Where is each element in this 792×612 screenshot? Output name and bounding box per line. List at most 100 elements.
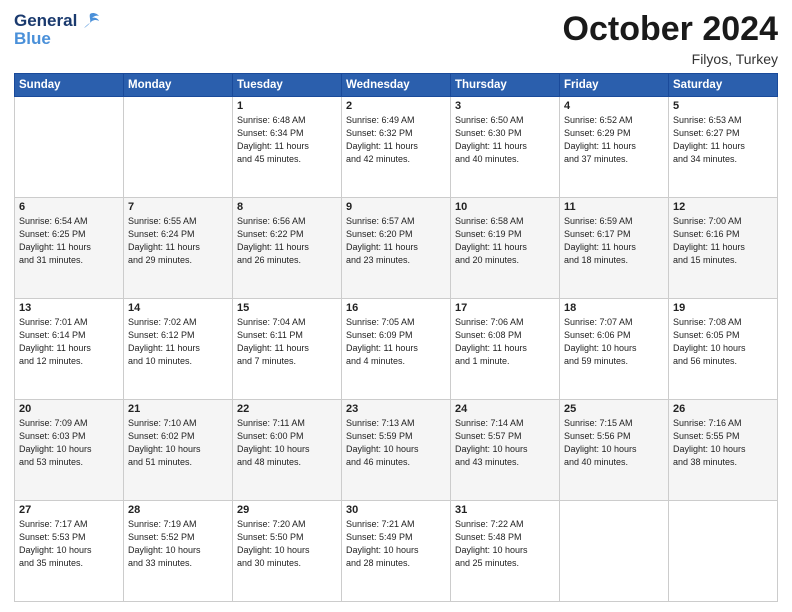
day-info: Sunrise: 6:58 AMSunset: 6:19 PMDaylight:… <box>455 215 555 267</box>
day-number: 19 <box>673 302 773 314</box>
calendar-cell: 26Sunrise: 7:16 AMSunset: 5:55 PMDayligh… <box>669 400 778 501</box>
day-info: Sunrise: 7:15 AMSunset: 5:56 PMDaylight:… <box>564 417 664 469</box>
day-info: Sunrise: 6:54 AMSunset: 6:25 PMDaylight:… <box>19 215 119 267</box>
header-wednesday: Wednesday <box>342 74 451 97</box>
day-info: Sunrise: 7:19 AMSunset: 5:52 PMDaylight:… <box>128 518 228 570</box>
calendar-cell: 21Sunrise: 7:10 AMSunset: 6:02 PMDayligh… <box>124 400 233 501</box>
day-info: Sunrise: 7:06 AMSunset: 6:08 PMDaylight:… <box>455 316 555 368</box>
calendar-cell: 12Sunrise: 7:00 AMSunset: 6:16 PMDayligh… <box>669 198 778 299</box>
day-info: Sunrise: 6:56 AMSunset: 6:22 PMDaylight:… <box>237 215 337 267</box>
day-number: 8 <box>237 201 337 213</box>
calendar-week-3: 13 Sunrise: 7:01 AMSunset: 6:14 PMDayligh… <box>15 299 778 400</box>
day-info: Sunrise: 7:16 AMSunset: 5:55 PMDaylight:… <box>673 417 773 469</box>
day-info: Sunrise: 7:02 AMSunset: 6:12 PMDaylight:… <box>128 316 228 368</box>
calendar-cell: 16Sunrise: 7:05 AMSunset: 6:09 PMDayligh… <box>342 299 451 400</box>
calendar-cell: 11 Sunrise: 6:59 AMSunset: 6:17 PMDayligh… <box>560 198 669 299</box>
calendar-cell: 28 Sunrise: 7:19 AMSunset: 5:52 PMDayligh… <box>124 501 233 602</box>
calendar-cell: 25 Sunrise: 7:15 AMSunset: 5:56 PMDayligh… <box>560 400 669 501</box>
header-saturday: Saturday <box>669 74 778 97</box>
calendar-cell: 6 Sunrise: 6:54 AMSunset: 6:25 PMDaylight… <box>15 198 124 299</box>
day-number: 5 <box>673 100 773 112</box>
calendar-cell: 14 Sunrise: 7:02 AMSunset: 6:12 PMDayligh… <box>124 299 233 400</box>
logo-general: General <box>14 11 77 31</box>
day-info: Sunrise: 7:11 AMSunset: 6:00 PMDaylight:… <box>237 417 337 469</box>
title-block: October 2024 Filyos, Turkey <box>563 10 778 67</box>
day-number: 2 <box>346 100 446 112</box>
calendar-cell: 29 Sunrise: 7:20 AMSunset: 5:50 PMDayligh… <box>233 501 342 602</box>
day-number: 18 <box>564 302 664 314</box>
day-info: Sunrise: 6:50 AMSunset: 6:30 PMDaylight:… <box>455 114 555 166</box>
day-number: 24 <box>455 403 555 415</box>
day-number: 12 <box>673 201 773 213</box>
day-number: 13 <box>19 302 119 314</box>
day-number: 17 <box>455 302 555 314</box>
calendar-cell: 27Sunrise: 7:17 AMSunset: 5:53 PMDayligh… <box>15 501 124 602</box>
day-info: Sunrise: 7:01 AMSunset: 6:14 PMDaylight:… <box>19 316 119 368</box>
calendar-cell: 24 Sunrise: 7:14 AMSunset: 5:57 PMDayligh… <box>451 400 560 501</box>
day-info: Sunrise: 6:55 AMSunset: 6:24 PMDaylight:… <box>128 215 228 267</box>
calendar-cell: 23 Sunrise: 7:13 AMSunset: 5:59 PMDayligh… <box>342 400 451 501</box>
day-number: 20 <box>19 403 119 415</box>
calendar-cell: 8 Sunrise: 6:56 AMSunset: 6:22 PMDaylight… <box>233 198 342 299</box>
day-number: 28 <box>128 504 228 516</box>
calendar-cell: 10Sunrise: 6:58 AMSunset: 6:19 PMDayligh… <box>451 198 560 299</box>
header-monday: Monday <box>124 74 233 97</box>
day-number: 14 <box>128 302 228 314</box>
header-thursday: Thursday <box>451 74 560 97</box>
day-info: Sunrise: 7:13 AMSunset: 5:59 PMDaylight:… <box>346 417 446 469</box>
day-number: 11 <box>564 201 664 213</box>
day-info: Sunrise: 7:07 AMSunset: 6:06 PMDaylight:… <box>564 316 664 368</box>
day-number: 4 <box>564 100 664 112</box>
page-container: General Blue October 2024 Filyos, Turkey… <box>0 0 792 612</box>
calendar-cell <box>124 97 233 198</box>
calendar-week-2: 6 Sunrise: 6:54 AMSunset: 6:25 PMDaylight… <box>15 198 778 299</box>
calendar-cell: 3Sunrise: 6:50 AMSunset: 6:30 PMDaylight… <box>451 97 560 198</box>
calendar-header-row: Sunday Monday Tuesday Wednesday Thursday… <box>15 74 778 97</box>
day-number: 6 <box>19 201 119 213</box>
calendar-week-1: 1Sunrise: 6:48 AMSunset: 6:34 PMDaylight… <box>15 97 778 198</box>
calendar-week-4: 20Sunrise: 7:09 AMSunset: 6:03 PMDayligh… <box>15 400 778 501</box>
day-info: Sunrise: 7:21 AMSunset: 5:49 PMDaylight:… <box>346 518 446 570</box>
calendar-cell: 13 Sunrise: 7:01 AMSunset: 6:14 PMDayligh… <box>15 299 124 400</box>
logo: General Blue <box>14 10 101 49</box>
calendar-cell: 5 Sunrise: 6:53 AMSunset: 6:27 PMDaylight… <box>669 97 778 198</box>
day-number: 7 <box>128 201 228 213</box>
calendar-cell: 9Sunrise: 6:57 AMSunset: 6:20 PMDaylight… <box>342 198 451 299</box>
calendar-cell: 30 Sunrise: 7:21 AMSunset: 5:49 PMDayligh… <box>342 501 451 602</box>
day-info: Sunrise: 7:14 AMSunset: 5:57 PMDaylight:… <box>455 417 555 469</box>
calendar-cell <box>669 501 778 602</box>
day-number: 30 <box>346 504 446 516</box>
day-number: 22 <box>237 403 337 415</box>
calendar-cell: 15 Sunrise: 7:04 AMSunset: 6:11 PMDayligh… <box>233 299 342 400</box>
day-info: Sunrise: 7:08 AMSunset: 6:05 PMDaylight:… <box>673 316 773 368</box>
calendar-table: Sunday Monday Tuesday Wednesday Thursday… <box>14 73 778 602</box>
day-number: 16 <box>346 302 446 314</box>
calendar-cell: 31Sunrise: 7:22 AMSunset: 5:48 PMDayligh… <box>451 501 560 602</box>
header-tuesday: Tuesday <box>233 74 342 97</box>
day-info: Sunrise: 6:57 AMSunset: 6:20 PMDaylight:… <box>346 215 446 267</box>
day-number: 1 <box>237 100 337 112</box>
day-number: 15 <box>237 302 337 314</box>
day-info: Sunrise: 6:49 AMSunset: 6:32 PMDaylight:… <box>346 114 446 166</box>
month-title: October 2024 <box>563 10 778 49</box>
calendar-cell: 22 Sunrise: 7:11 AMSunset: 6:00 PMDayligh… <box>233 400 342 501</box>
day-number: 23 <box>346 403 446 415</box>
calendar-cell: 18 Sunrise: 7:07 AMSunset: 6:06 PMDayligh… <box>560 299 669 400</box>
header: General Blue October 2024 Filyos, Turkey <box>14 10 778 67</box>
calendar-cell: 7 Sunrise: 6:55 AMSunset: 6:24 PMDaylight… <box>124 198 233 299</box>
calendar-cell: 1Sunrise: 6:48 AMSunset: 6:34 PMDaylight… <box>233 97 342 198</box>
day-number: 27 <box>19 504 119 516</box>
header-friday: Friday <box>560 74 669 97</box>
day-info: Sunrise: 6:59 AMSunset: 6:17 PMDaylight:… <box>564 215 664 267</box>
day-info: Sunrise: 7:20 AMSunset: 5:50 PMDaylight:… <box>237 518 337 570</box>
calendar-cell <box>15 97 124 198</box>
logo-blue: Blue <box>14 29 51 49</box>
calendar-cell: 4Sunrise: 6:52 AMSunset: 6:29 PMDaylight… <box>560 97 669 198</box>
day-info: Sunrise: 7:04 AMSunset: 6:11 PMDaylight:… <box>237 316 337 368</box>
day-number: 29 <box>237 504 337 516</box>
calendar-cell <box>560 501 669 602</box>
day-number: 21 <box>128 403 228 415</box>
day-number: 25 <box>564 403 664 415</box>
day-number: 31 <box>455 504 555 516</box>
day-info: Sunrise: 6:53 AMSunset: 6:27 PMDaylight:… <box>673 114 773 166</box>
